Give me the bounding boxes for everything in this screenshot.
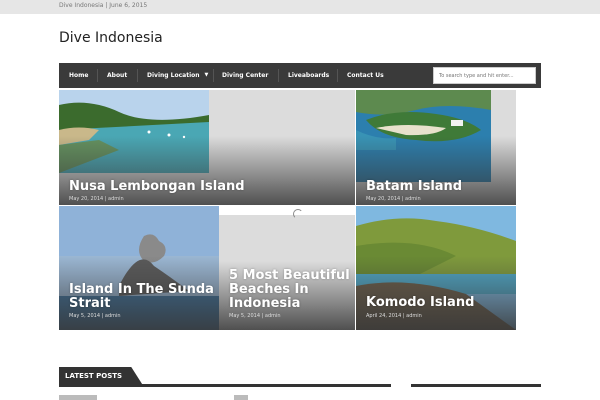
featured-post-beautiful-beaches[interactable]: 5 Most Beautiful Beaches In Indonesia Ma… [219,215,355,330]
post-meta: May 20, 2014 | admin [366,196,421,202]
featured-post-komodo-island[interactable]: Komodo Island April 24, 2014 | admin [356,206,516,330]
site-title[interactable]: Dive Indonesia [59,30,163,46]
nav-item-about[interactable]: About [107,63,127,88]
top-bar-text: Dive Indonesia | June 6, 2015 [59,2,148,9]
nav-item-contact-us[interactable]: Contact Us [347,63,384,88]
sidebar-divider [411,384,541,387]
post-title[interactable]: Batam Island [366,180,462,194]
nav-separator [137,69,138,82]
nav-item-liveaboards[interactable]: Liveaboards [288,63,329,88]
nav-item-diving-center[interactable]: Diving Center [222,63,268,88]
latest-posts-header: LATEST POSTS [59,367,391,387]
loading-spinner-icon [293,209,303,219]
featured-post-batam-island[interactable]: Batam Island May 20, 2014 | admin [356,90,516,205]
post-meta: May 20, 2014 | admin [69,196,124,202]
post-meta: April 24, 2014 | admin [366,313,422,319]
search-input[interactable] [433,67,536,84]
post-meta: May 5, 2014 | admin [69,313,121,319]
chevron-down-icon: ▼ [204,72,209,78]
post-title[interactable]: Komodo Island [366,296,474,310]
latest-posts-tab: LATEST POSTS [59,367,144,387]
nav-separator [97,69,98,82]
latest-posts-label: LATEST POSTS [65,372,123,380]
nav-item-diving-location-label: Diving Location [147,72,200,79]
nav-item-diving-location[interactable]: Diving Location ▼ [147,63,208,88]
post-title[interactable]: 5 Most Beautiful Beaches In Indonesia [229,269,355,311]
image-shade [356,136,516,205]
featured-post-sunda-strait[interactable]: Island In The Sunda Strait May 5, 2014 |… [59,206,219,330]
nav-separator [213,69,214,82]
post-thumbnail[interactable] [59,395,97,400]
main-nav: Home About Diving Location ▼ Diving Cente… [59,63,541,88]
top-bar: Dive Indonesia | June 6, 2015 [0,0,600,14]
nav-separator [337,69,338,82]
post-title[interactable]: Island In The Sunda Strait [69,283,219,311]
image-shade [59,136,355,205]
post-thumbnail[interactable] [234,395,248,400]
post-title[interactable]: Nusa Lembongan Island [69,180,245,194]
post-meta: May 5, 2014 | admin [229,313,281,319]
featured-post-nusa-lembongan[interactable]: Nusa Lembongan Island May 20, 2014 | adm… [59,90,355,205]
nav-item-home[interactable]: Home [69,63,88,88]
nav-separator [278,69,279,82]
